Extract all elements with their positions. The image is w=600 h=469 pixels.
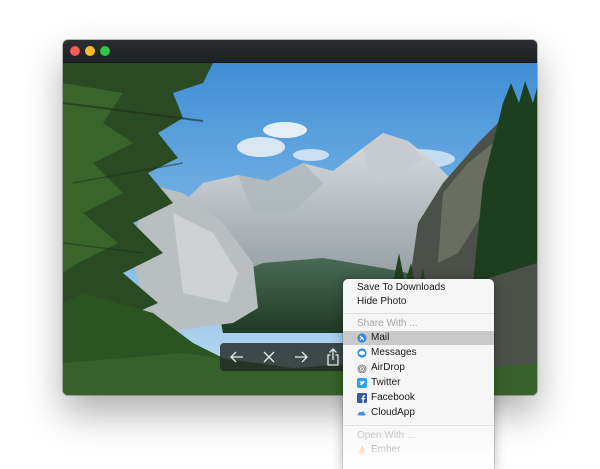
next-button[interactable] [286, 343, 316, 371]
open-with-header: Open With ... [343, 429, 494, 443]
cloudapp-icon [357, 411, 366, 416]
ember-icon [359, 445, 365, 455]
menu-item-label: Facebook [371, 392, 415, 403]
minimize-window-button[interactable] [85, 46, 95, 56]
previous-button[interactable] [222, 343, 252, 371]
zoom-window-button[interactable] [100, 46, 110, 56]
share-menu: Save To Downloads Hide Photo Share With … [343, 279, 494, 469]
share-item-cloudapp[interactable]: CloudApp [343, 406, 494, 420]
share-item-twitter[interactable]: Twitter [343, 376, 494, 390]
facebook-icon [357, 393, 367, 403]
save-to-downloads-item[interactable]: Save To Downloads [343, 281, 494, 295]
hide-photo-item[interactable]: Hide Photo [343, 295, 494, 309]
menu-item-label: Hide Photo [357, 296, 407, 307]
share-item-messages[interactable]: Messages [343, 346, 494, 360]
share-item-facebook[interactable]: Facebook [343, 391, 494, 405]
menu-item-label: Twitter [371, 377, 401, 388]
arrow-left-icon [230, 351, 243, 363]
menu-item-label: AirDrop [371, 362, 405, 373]
share-item-airdrop[interactable]: AirDrop [343, 361, 494, 375]
close-icon [263, 351, 275, 363]
section-header-label: Open With ... [357, 430, 416, 441]
airdrop-icon [357, 364, 367, 373]
menu-item-label: CloudApp [371, 407, 415, 418]
menu-item-label: Mail [371, 332, 390, 343]
title-bar[interactable] [63, 40, 537, 63]
menu-item-label: Ember [371, 444, 401, 455]
menu-separator [343, 425, 494, 426]
photo-toolbar [220, 343, 351, 371]
menu-item-label: Messages [371, 347, 417, 358]
share-item-mail[interactable]: Mail [343, 331, 494, 345]
menu-separator [343, 313, 494, 314]
close-photo-button[interactable] [254, 343, 284, 371]
close-window-button[interactable] [70, 46, 80, 56]
section-header-label: Share With ... [357, 318, 418, 329]
twitter-icon [357, 378, 367, 388]
mail-icon [357, 333, 367, 343]
share-with-header: Share With ... [343, 317, 494, 331]
open-item-ember[interactable]: Ember [343, 443, 494, 457]
messages-icon [357, 348, 367, 358]
arrow-right-icon [295, 351, 308, 363]
share-icon [327, 348, 339, 366]
menu-item-label: Save To Downloads [357, 282, 446, 293]
